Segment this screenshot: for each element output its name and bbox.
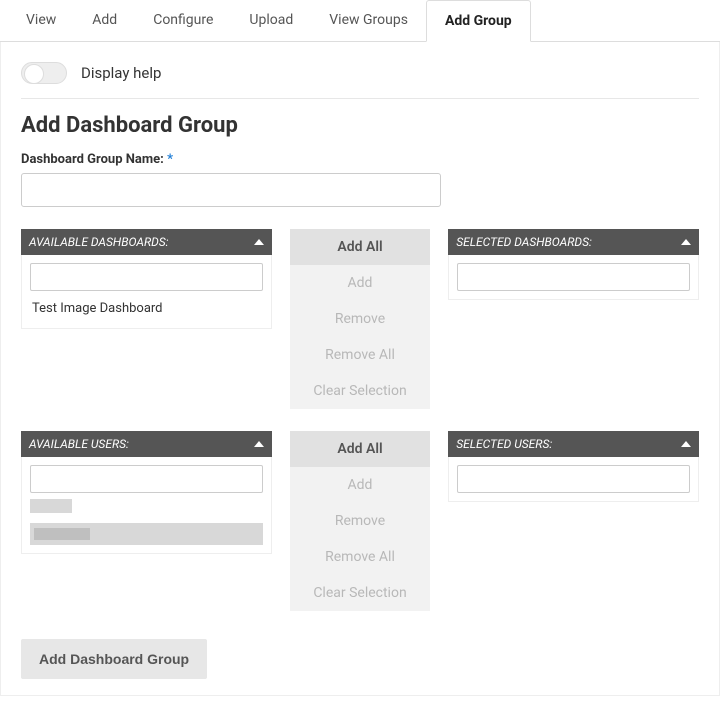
tab-view[interactable]: View — [8, 0, 74, 41]
tab-configure[interactable]: Configure — [135, 0, 231, 41]
add-all-button[interactable]: Add All — [290, 431, 429, 467]
selected-users-header[interactable]: SELECTED USERS: — [448, 431, 699, 457]
remove-all-button[interactable]: Remove All — [290, 337, 429, 373]
selected-dashboards-header-text: SELECTED DASHBOARDS: — [456, 235, 592, 249]
clear-selection-button[interactable]: Clear Selection — [290, 373, 429, 409]
users-picker: AVAILABLE USERS: Add All Add Remove Remo… — [21, 431, 699, 611]
add-button[interactable]: Add — [290, 265, 429, 301]
display-help-toggle[interactable] — [21, 62, 67, 84]
available-users-list — [30, 499, 263, 545]
add-button[interactable]: Add — [290, 467, 429, 503]
users-actions: Add All Add Remove Remove All Clear Sele… — [290, 431, 429, 611]
selected-users-header-text: SELECTED USERS: — [456, 437, 552, 451]
available-users-header-text: AVAILABLE USERS: — [29, 437, 129, 451]
selected-dashboards-header[interactable]: SELECTED DASHBOARDS: — [448, 229, 699, 255]
available-users-filter[interactable] — [30, 465, 263, 493]
remove-button[interactable]: Remove — [290, 301, 429, 337]
tab-bar: View Add Configure Upload View Groups Ad… — [0, 0, 720, 42]
list-item[interactable] — [30, 523, 263, 545]
dashboards-picker: AVAILABLE DASHBOARDS: Test Image Dashboa… — [21, 229, 699, 409]
display-help-label: Display help — [81, 64, 161, 82]
tab-add-group[interactable]: Add Group — [426, 0, 531, 42]
selected-users-filter[interactable] — [457, 465, 690, 493]
available-users-header[interactable]: AVAILABLE USERS: — [21, 431, 272, 457]
add-all-button[interactable]: Add All — [290, 229, 429, 265]
selected-dashboards-filter[interactable] — [457, 263, 690, 291]
available-dashboards-panel: AVAILABLE DASHBOARDS: Test Image Dashboa… — [21, 229, 272, 329]
clear-selection-button[interactable]: Clear Selection — [290, 575, 429, 611]
collapse-icon — [681, 441, 691, 447]
group-name-label-text: Dashboard Group Name: — [21, 152, 164, 167]
group-name-input[interactable] — [21, 173, 441, 207]
group-name-label: Dashboard Group Name: * — [21, 152, 699, 167]
help-row: Display help — [21, 58, 699, 99]
collapse-icon — [254, 441, 264, 447]
dashboards-actions: Add All Add Remove Remove All Clear Sele… — [290, 229, 429, 409]
available-users-panel: AVAILABLE USERS: — [21, 431, 272, 554]
required-marker: * — [167, 152, 173, 167]
collapse-icon — [254, 239, 264, 245]
submit-add-group-button[interactable]: Add Dashboard Group — [21, 639, 207, 679]
list-item[interactable] — [30, 499, 72, 513]
page-title: Add Dashboard Group — [21, 113, 699, 138]
available-dashboards-list: Test Image Dashboard — [30, 297, 263, 320]
list-item[interactable]: Test Image Dashboard — [30, 297, 263, 320]
selected-users-panel: SELECTED USERS: — [448, 431, 699, 502]
selected-dashboards-panel: SELECTED DASHBOARDS: — [448, 229, 699, 300]
available-dashboards-filter[interactable] — [30, 263, 263, 291]
available-dashboards-header-text: AVAILABLE DASHBOARDS: — [29, 235, 169, 249]
remove-button[interactable]: Remove — [290, 503, 429, 539]
collapse-icon — [681, 239, 691, 245]
available-dashboards-header[interactable]: AVAILABLE DASHBOARDS: — [21, 229, 272, 255]
tab-upload[interactable]: Upload — [231, 0, 311, 41]
tab-view-groups[interactable]: View Groups — [311, 0, 426, 41]
tab-add[interactable]: Add — [74, 0, 135, 41]
remove-all-button[interactable]: Remove All — [290, 539, 429, 575]
